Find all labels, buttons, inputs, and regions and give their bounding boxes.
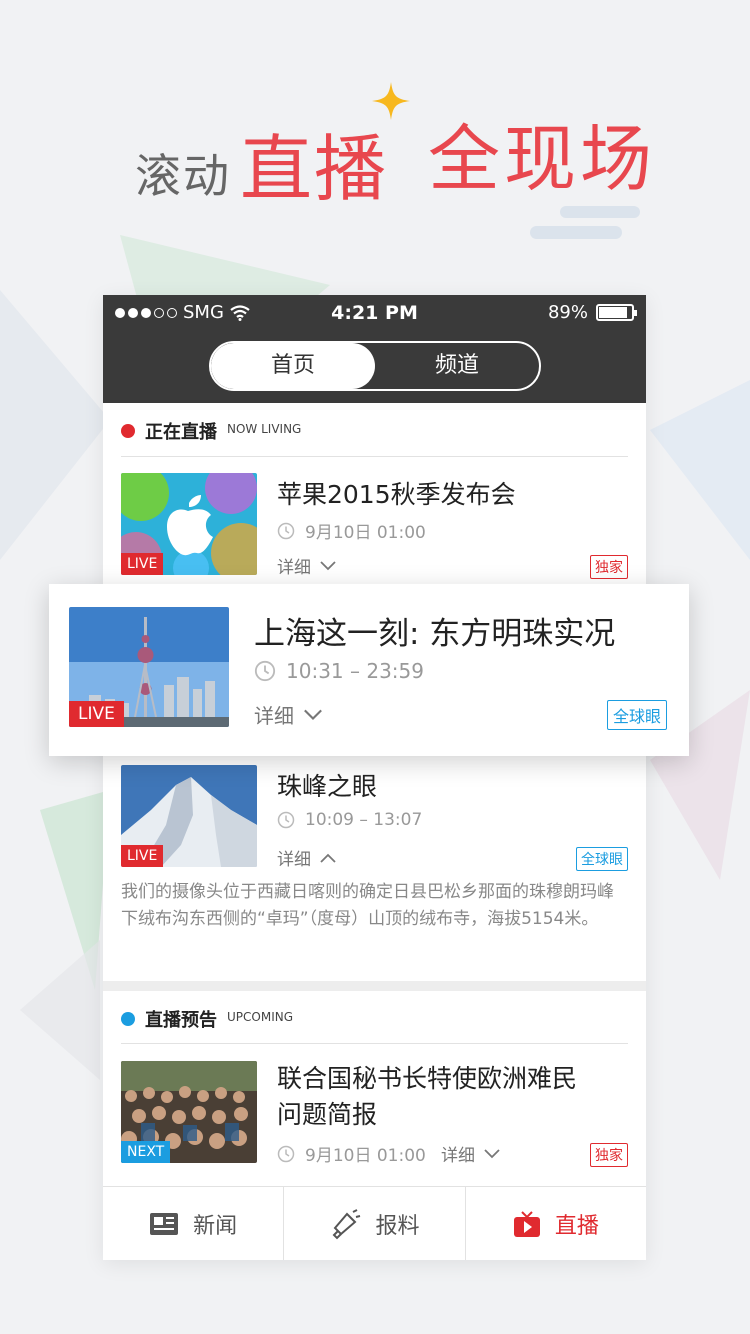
item-title: 联合国秘书长特使欧洲难民 问题简报 (277, 1061, 577, 1133)
live-section-header: 正在直播 NOW LIVING (121, 411, 301, 451)
detail-toggle[interactable]: 详细 (254, 700, 324, 729)
tab-news[interactable]: 新闻 (103, 1187, 285, 1260)
item-time: 9月10日 01:00 (277, 1141, 426, 1166)
tab-report[interactable]: 报料 (284, 1187, 466, 1260)
bottom-tab-bar: 新闻 报料 直播 (103, 1186, 646, 1260)
item-title: 珠峰之眼 (277, 772, 378, 801)
detail-toggle[interactable]: 详细 (277, 845, 337, 870)
thumbnail-apple: LIVE (121, 473, 257, 575)
promo-big-text-1: 直播 (240, 127, 389, 211)
segment-control: 首页 频道 (209, 341, 541, 391)
global-eye-tag: 全球眼 (576, 847, 628, 871)
tab-live-label: 直播 (554, 1213, 599, 1239)
tab-channels[interactable]: 频道 (375, 343, 539, 389)
chevron-up-icon (320, 853, 336, 863)
battery-icon (596, 304, 637, 321)
chevron-down-icon (304, 709, 322, 720)
upcoming-section-subtitle: UPCOMING (227, 1010, 294, 1024)
detail-toggle[interactable]: 详细 (277, 553, 337, 578)
detail-label: 详细 (277, 558, 311, 578)
live-section-title: 正在直播 (145, 422, 217, 443)
detail-toggle[interactable]: 详细 (441, 1141, 501, 1166)
thumbnail-everest: LIVE (121, 765, 257, 867)
status-bar: SMG 4:21 PM 89% (103, 295, 646, 331)
tab-live[interactable]: 直播 (466, 1187, 646, 1260)
tab-report-label: 报料 (375, 1213, 420, 1239)
global-eye-tag: 全球眼 (606, 700, 667, 730)
item-title: 上海这一刻: 东方明珠实况 (254, 616, 616, 652)
featured-list-item[interactable]: LIVE 上海这一刻: 东方明珠实况 10:31 – 23:59 详细 全球眼 (49, 584, 689, 756)
list-item[interactable]: LIVE 苹果2015秋季发布会 9月10日 01:00 详细 独家 (103, 473, 646, 583)
section-separator (103, 981, 646, 991)
promo-small-text: 滚动 (135, 149, 231, 203)
clock-icon (277, 1145, 295, 1162)
upcoming-section-header: 直播预告 UPCOMING (121, 999, 293, 1039)
live-badge: LIVE (121, 553, 164, 575)
chevron-down-icon (320, 560, 336, 570)
clock-icon (254, 660, 276, 682)
divider (121, 456, 628, 457)
item-title: 苹果2015秋季发布会 (277, 480, 516, 509)
item-title-line2: 问题简报 (277, 1100, 378, 1129)
item-time: 10:31 – 23:59 (254, 659, 424, 683)
detail-label: 详细 (277, 850, 311, 870)
newspaper-icon (150, 1212, 179, 1235)
divider (121, 1043, 628, 1044)
tab-news-label: 新闻 (193, 1213, 238, 1239)
tv-play-icon (513, 1210, 540, 1237)
exclusive-tag: 独家 (590, 555, 628, 579)
phone-screen: SMG 4:21 PM 89% 首页 频道 正在直播 NOW LIVING LI… (103, 295, 646, 1260)
megaphone-icon (333, 1208, 361, 1239)
item-time: 10:09 – 13:07 (277, 810, 422, 830)
tab-home[interactable]: 首页 (211, 343, 375, 389)
promo-big-text-2: 全现场 (428, 117, 657, 201)
clock-icon (277, 811, 295, 829)
detail-label: 详细 (254, 704, 294, 728)
item-description: 我们的摄像头位于西藏日喀则的确定日县巴松乡那面的珠穆朗玛峰下绒布沟东西侧的“卓玛… (121, 882, 614, 929)
list-item[interactable]: LIVE 珠峰之眼 10:09 – 13:07 详细 全球眼 (103, 765, 646, 875)
sparkle-icon (372, 82, 410, 120)
promo-headline: 滚动 直播 全现场 (0, 0, 750, 260)
thumbnail-crowd: NEXT (121, 1061, 257, 1163)
item-time-text: 10:31 – 23:59 (286, 659, 424, 683)
top-bar: SMG 4:21 PM 89% 首页 频道 (103, 295, 646, 403)
next-badge: NEXT (121, 1141, 171, 1163)
item-time: 9月10日 01:00 (277, 518, 426, 543)
detail-label: 详细 (441, 1146, 475, 1166)
thumbnail-shanghai: LIVE (69, 607, 229, 727)
clock-icon (277, 522, 295, 539)
item-time-text: 9月10日 01:00 (305, 1146, 426, 1166)
list-item[interactable]: NEXT 联合国秘书长特使欧洲难民 问题简报 9月10日 01:00 详细 独家 (103, 1061, 646, 1171)
upcoming-dot (121, 1012, 135, 1026)
live-dot (121, 424, 135, 438)
item-time-text: 9月10日 01:00 (305, 523, 426, 543)
item-title-line1: 联合国秘书长特使欧洲难民 (277, 1064, 578, 1093)
live-badge: LIVE (121, 845, 164, 867)
upcoming-section-title: 直播预告 (145, 1010, 217, 1031)
cloud-decoration (530, 206, 640, 239)
live-badge: LIVE (69, 701, 124, 727)
live-section-subtitle: NOW LIVING (227, 422, 302, 436)
item-time-text: 10:09 – 13:07 (305, 810, 423, 830)
battery-percent: 89% (547, 302, 588, 323)
exclusive-tag: 独家 (590, 1143, 628, 1167)
chevron-down-icon (484, 1148, 500, 1158)
